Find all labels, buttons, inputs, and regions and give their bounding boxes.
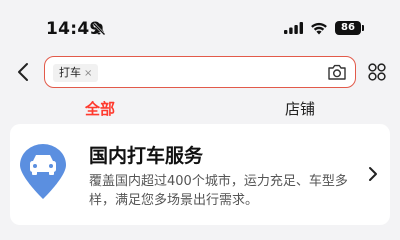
tab-all[interactable]: 全部 [85,98,115,119]
camera-icon[interactable] [327,63,347,81]
battery-level: 86 [341,22,355,33]
search-header: 打车 × [0,52,400,92]
tab-stores[interactable]: 店铺 [285,98,315,119]
result-tabs: 全部 店铺 [0,96,400,124]
status-bar: 14:49 86 [0,0,400,48]
chip-clear-icon[interactable]: × [84,68,92,79]
chevron-right-icon[interactable] [366,166,380,182]
search-chip-label: 打车 [59,66,81,79]
ride-service-card[interactable]: 国内打车服务 覆盖国内超过400个城市，运力充足、车型多样，满足您多场景出行需求… [10,124,390,225]
cellular-signal-icon [284,22,303,34]
search-input[interactable]: 打车 × [44,56,356,88]
search-keyword-chip[interactable]: 打车 × [53,64,99,82]
back-chevron-icon[interactable] [14,62,34,82]
wifi-icon [311,22,327,35]
card-description: 覆盖国内超过400个城市，运力充足、车型多样，满足您多场景出行需求。 [89,174,348,208]
bell-slash-icon [92,22,106,36]
car-location-pin-icon [20,144,66,199]
card-title: 国内打车服务 [89,145,204,167]
battery-icon: 86 [335,21,364,35]
grid-menu-icon[interactable] [368,63,386,81]
